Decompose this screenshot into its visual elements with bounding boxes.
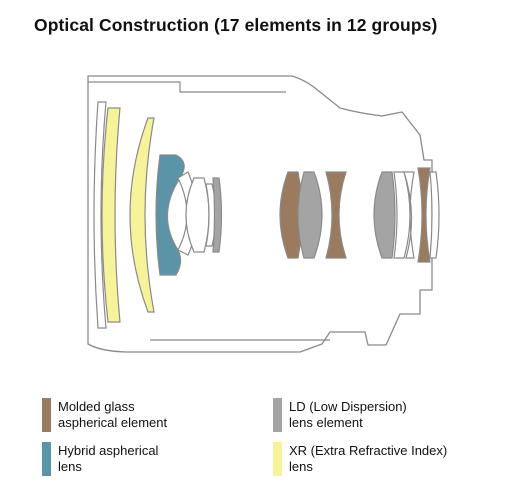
legend-swatch-hybrid-aspherical	[42, 442, 51, 476]
ld-lens-2	[297, 171, 323, 259]
legend-label-line1: Molded glass	[58, 399, 135, 414]
biconvex-lens-1	[185, 177, 210, 253]
legend-label-line1: Hybrid aspherical	[58, 443, 159, 458]
xr-lens-2	[129, 117, 155, 313]
legend-swatch-molded-glass	[42, 398, 51, 432]
legend-label-line1: XR (Extra Refractive Index)	[289, 443, 448, 458]
legend-label-line2: aspherical element	[58, 415, 168, 430]
optical-construction-diagram	[87, 75, 440, 353]
molded-aspherical-lens-3	[417, 167, 431, 263]
hybrid-aspherical-lens	[155, 154, 185, 276]
legend-label-line2: lens	[58, 459, 82, 474]
legend-swatch-ld	[273, 398, 282, 432]
lens-barrel-inner-step-top	[88, 81, 286, 93]
ld-lens-1	[212, 177, 223, 253]
legend-swatch-xr	[273, 442, 282, 476]
legend-label-line2: lens element	[289, 415, 363, 430]
xr-lens-1	[101, 107, 121, 323]
legend-label-line1: LD (Low Dispersion)	[289, 399, 407, 414]
legend-label-line2: lens	[289, 459, 313, 474]
molded-aspherical-lens-2	[325, 171, 347, 259]
ld-lens-3	[373, 171, 396, 259]
